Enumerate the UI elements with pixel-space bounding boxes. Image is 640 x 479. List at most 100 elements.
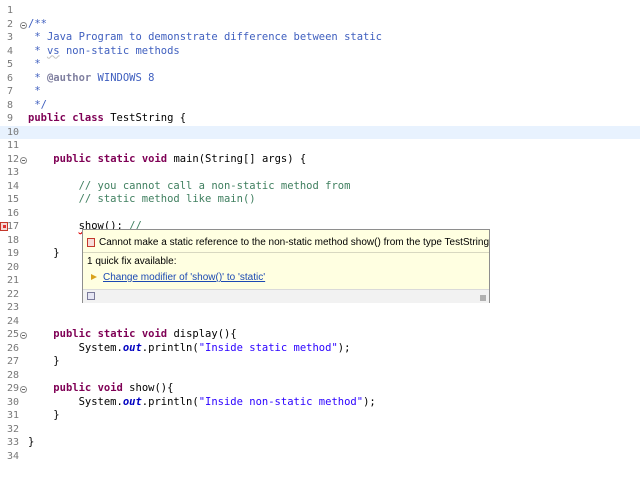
code-token: * bbox=[28, 44, 47, 57]
code-line[interactable]: 31 } bbox=[0, 409, 640, 423]
quick-fix-link[interactable]: Change modifier of 'show()' to 'static' bbox=[103, 272, 265, 283]
code-token: out bbox=[122, 341, 142, 354]
line-gutter: 7 bbox=[0, 85, 22, 99]
code-line[interactable]: 5 * bbox=[0, 58, 640, 72]
line-number: 10 bbox=[7, 126, 20, 138]
code-token: /** bbox=[28, 17, 47, 30]
code-line[interactable]: 14 // you cannot call a non-static metho… bbox=[0, 180, 640, 194]
code-line[interactable]: 15 // static method like main() bbox=[0, 193, 640, 207]
resize-grip-icon[interactable] bbox=[480, 295, 486, 301]
code-text: } bbox=[28, 409, 60, 423]
line-gutter: 19 bbox=[0, 247, 22, 261]
line-number: 3 bbox=[7, 32, 14, 43]
code-line[interactable]: 34 bbox=[0, 450, 640, 464]
problem-message: Cannot make a static reference to the no… bbox=[99, 237, 490, 248]
code-token: // you cannot call a non-static method f… bbox=[78, 179, 351, 192]
line-number: 17 bbox=[7, 221, 20, 232]
line-number: 26 bbox=[7, 342, 20, 354]
fold-toggle-icon[interactable] bbox=[20, 21, 27, 29]
focus-icon[interactable] bbox=[87, 292, 95, 300]
code-line[interactable]: 29 public void show(){ bbox=[0, 382, 640, 396]
code-token: System. bbox=[28, 395, 123, 408]
line-number: 6 bbox=[7, 72, 14, 84]
code-line[interactable]: 16 bbox=[0, 207, 640, 221]
quick-fix-item[interactable]: Change modifier of 'show()' to 'static' bbox=[83, 271, 489, 285]
code-line[interactable]: 30 System.out.println("Inside non-static… bbox=[0, 396, 640, 410]
code-line[interactable]: 32 bbox=[0, 423, 640, 437]
line-gutter: 34 bbox=[0, 450, 22, 464]
code-line[interactable]: 13 bbox=[0, 166, 640, 180]
code-line[interactable]: 23 bbox=[0, 301, 640, 315]
code-line[interactable]: 11 bbox=[0, 139, 640, 153]
line-gutter: 12 bbox=[0, 153, 22, 167]
code-text: public static void display(){ bbox=[28, 328, 237, 342]
line-number: 20 bbox=[7, 261, 20, 273]
line-number: 33 bbox=[7, 437, 20, 448]
line-gutter: 10 bbox=[0, 126, 22, 140]
line-gutter: 26 bbox=[0, 342, 22, 356]
code-token: WINDOWS 8 bbox=[91, 71, 155, 84]
code-line[interactable]: 28 bbox=[0, 369, 640, 383]
code-token: */ bbox=[28, 98, 47, 111]
fold-toggle-icon[interactable] bbox=[20, 332, 27, 339]
code-token: // static method like main() bbox=[78, 193, 256, 205]
popup-footer bbox=[83, 289, 489, 303]
line-gutter: 31 bbox=[0, 409, 22, 423]
fold-toggle-icon[interactable] bbox=[20, 156, 27, 164]
code-line[interactable]: 8 */ bbox=[0, 99, 640, 113]
line-gutter: 21 bbox=[0, 274, 22, 288]
code-line[interactable]: 33} bbox=[0, 436, 640, 450]
line-number: 22 bbox=[7, 288, 20, 300]
error-marker-icon[interactable] bbox=[0, 222, 8, 231]
code-line[interactable]: 6 * @author WINDOWS 8 bbox=[0, 72, 640, 86]
line-gutter: 3 bbox=[0, 31, 22, 45]
line-number: 2 bbox=[7, 18, 14, 30]
code-token: .println( bbox=[141, 395, 199, 408]
code-line[interactable]: 25 public static void display(){ bbox=[0, 328, 640, 342]
code-line[interactable]: 3 * Java Program to demonstrate differen… bbox=[0, 31, 640, 45]
line-gutter: 30 bbox=[0, 396, 22, 410]
line-gutter: 23 bbox=[0, 301, 22, 315]
line-gutter: 2 bbox=[0, 18, 22, 32]
code-line[interactable]: 2 /** bbox=[0, 18, 640, 32]
line-number: 12 bbox=[7, 153, 20, 165]
code-token: void bbox=[97, 382, 123, 394]
code-text: } bbox=[28, 436, 34, 450]
line-gutter: 17 bbox=[0, 220, 22, 234]
fold-toggle-icon[interactable] bbox=[20, 386, 27, 393]
line-gutter: 22 bbox=[0, 288, 22, 302]
line-gutter: 16 bbox=[0, 207, 22, 221]
code-line[interactable]: 9 public class TestString { bbox=[0, 112, 640, 126]
code-token: out bbox=[122, 395, 142, 408]
line-number: 28 bbox=[7, 369, 20, 381]
code-line[interactable]: 12 public static void main(String[] args… bbox=[0, 153, 640, 167]
code-line[interactable]: 24 bbox=[0, 315, 640, 329]
code-token: ); bbox=[363, 395, 376, 408]
code-line[interactable]: 4 * vs non-static methods bbox=[0, 45, 640, 59]
line-gutter: 1 bbox=[0, 4, 22, 18]
line-gutter: 11 bbox=[0, 139, 22, 153]
code-line[interactable]: 26 System.out.println("Inside static met… bbox=[0, 342, 640, 356]
code-token: } bbox=[28, 409, 60, 421]
code-line[interactable]: 7 * bbox=[0, 85, 640, 99]
line-number: 21 bbox=[7, 275, 20, 286]
line-number: 5 bbox=[7, 59, 14, 70]
line-number: 34 bbox=[7, 450, 20, 462]
code-line[interactable]: 27 } bbox=[0, 355, 640, 369]
line-number: 23 bbox=[7, 302, 20, 313]
code-line[interactable]: 10 bbox=[0, 125, 640, 140]
line-number: 14 bbox=[7, 180, 20, 192]
code-token: public bbox=[53, 152, 92, 165]
code-line[interactable]: 1 bbox=[0, 4, 640, 18]
line-number: 19 bbox=[7, 248, 20, 259]
code-token: public bbox=[28, 112, 66, 124]
code-token: static bbox=[97, 152, 136, 165]
line-gutter: 20 bbox=[0, 261, 22, 275]
line-number: 16 bbox=[7, 207, 20, 219]
line-gutter: 18 bbox=[0, 234, 22, 248]
code-token: display(){ bbox=[167, 328, 237, 340]
code-token: * bbox=[28, 58, 41, 70]
line-number: 15 bbox=[7, 194, 20, 205]
code-token: System. bbox=[28, 341, 123, 354]
